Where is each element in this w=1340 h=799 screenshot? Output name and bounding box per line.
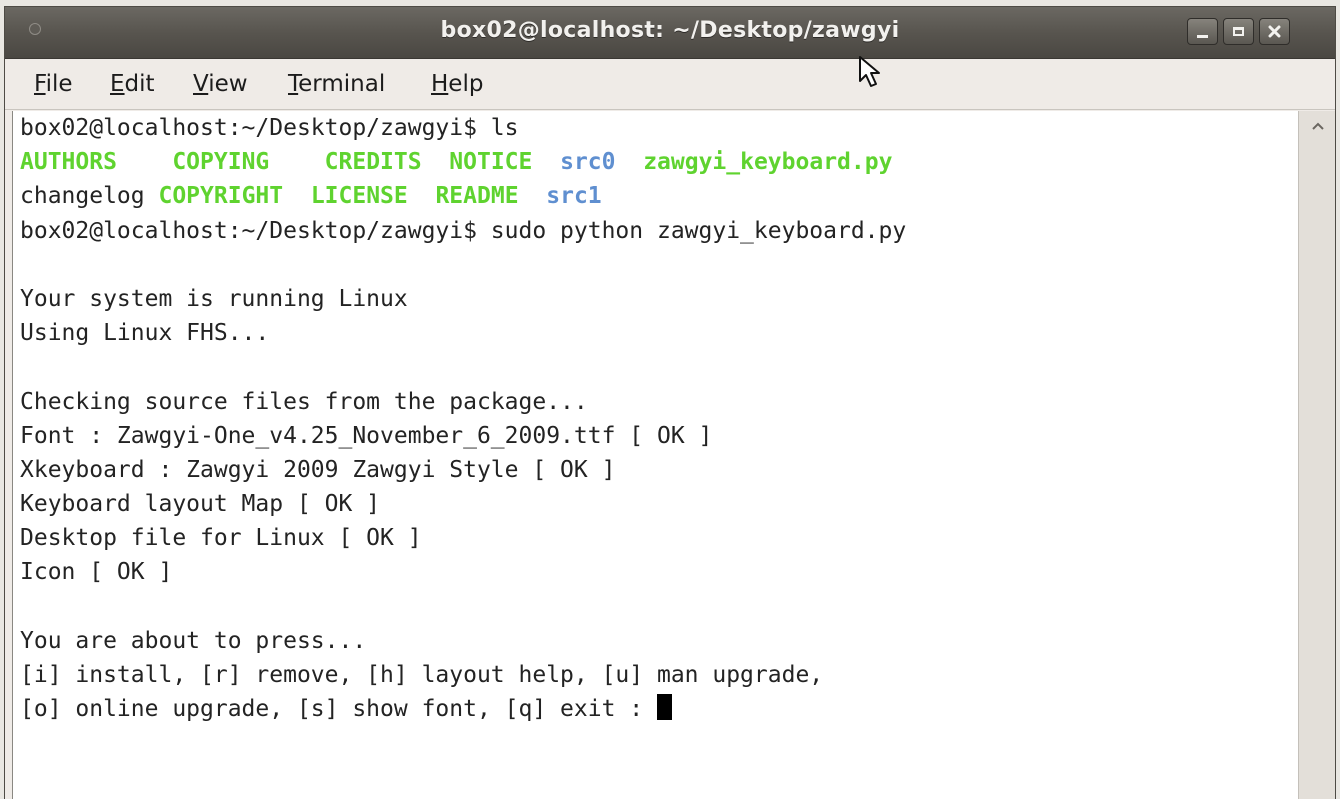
- terminal-text: Icon [ OK ]: [20, 559, 173, 586]
- ls-directory-entry: src1: [546, 183, 602, 210]
- terminal-line: Xkeyboard : Zawgyi 2009 Zawgyi Style [ O…: [20, 453, 906, 487]
- terminal-line: box02@localhost:~/Desktop/zawgyi$ sudo p…: [20, 214, 906, 248]
- terminal-output[interactable]: box02@localhost:~/Desktop/zawgyi$ ls AUTH…: [12, 111, 1299, 799]
- terminal-line: Checking source files from the package..…: [20, 385, 906, 419]
- ls-file-entry: README: [435, 183, 519, 210]
- terminal-line: Your system is running Linux: [20, 282, 906, 316]
- menu-help-label: elp: [448, 71, 484, 97]
- terminal-window: box02@localhost: ~/Desktop/zawgyi File E…: [4, 6, 1336, 799]
- terminal-text: Desktop file for Linux [ OK ]: [20, 525, 422, 552]
- menu-bar: File Edit View Terminal Help: [5, 59, 1335, 110]
- ls-file-entry: COPYING: [172, 149, 270, 176]
- window-title: box02@localhost: ~/Desktop/zawgyi: [440, 18, 900, 43]
- terminal-line: Icon [ OK ]: [20, 555, 906, 589]
- terminal-text: changelog: [20, 183, 145, 210]
- minimize-button[interactable]: [1187, 18, 1218, 45]
- terminal-cursor: [656, 694, 672, 721]
- scroll-up-button[interactable]: [1311, 121, 1325, 131]
- terminal-text: Keyboard layout Map [ OK ]: [20, 491, 381, 518]
- terminal-text: Your system is running Linux: [20, 285, 408, 312]
- menu-file-label: ile: [45, 71, 73, 97]
- menu-terminal-mnemonic: T: [288, 71, 299, 97]
- ls-directory-entry: src0: [560, 149, 616, 176]
- menu-view[interactable]: View: [193, 71, 248, 97]
- terminal-line: changelog COPYRIGHT LICENSE README src1: [20, 179, 906, 213]
- terminal-line: Keyboard layout Map [ OK ]: [20, 487, 906, 521]
- menu-help[interactable]: Help: [431, 71, 483, 97]
- maximize-icon: [1233, 27, 1244, 36]
- ls-file-entry: COPYRIGHT: [158, 183, 284, 210]
- ls-file-entry: LICENSE: [310, 183, 408, 210]
- menu-edit[interactable]: Edit: [110, 71, 155, 97]
- menu-edit-label: dit: [124, 71, 155, 97]
- terminal-text: [o] online upgrade, [s] show font, [q] e…: [20, 696, 657, 723]
- terminal-text: Xkeyboard : Zawgyi 2009 Zawgyi Style [ O…: [20, 456, 616, 483]
- terminal-text: Checking source files from the package..…: [20, 388, 588, 415]
- menu-view-label: iew: [208, 71, 248, 97]
- ls-file-entry: CREDITS: [324, 149, 422, 176]
- maximize-button[interactable]: [1223, 18, 1254, 45]
- close-button[interactable]: [1259, 18, 1290, 45]
- terminal-text: You are about to press...: [20, 627, 367, 654]
- ls-file-entry: NOTICE: [449, 149, 533, 176]
- menu-view-mnemonic: V: [193, 71, 209, 97]
- terminal-lines: box02@localhost:~/Desktop/zawgyi$ ls AUTH…: [20, 111, 906, 726]
- chevron-up-icon: [1312, 122, 1324, 130]
- menu-terminal[interactable]: Terminal: [288, 71, 385, 97]
- ls-file-entry: AUTHORS: [20, 149, 117, 176]
- terminal-text: Using Linux FHS...: [20, 320, 270, 347]
- terminal-text: box02@localhost:~/Desktop/zawgyi$ ls: [20, 115, 519, 141]
- terminal-text: [i] install, [r] remove, [h] layout help…: [20, 662, 824, 688]
- menu-edit-mnemonic: E: [110, 71, 125, 97]
- menu-file-mnemonic: F: [34, 71, 46, 97]
- terminal-line: [o] online upgrade, [s] show font, [q] e…: [20, 692, 906, 726]
- terminal-line: [i] install, [r] remove, [h] layout help…: [20, 658, 906, 692]
- title-bar[interactable]: box02@localhost: ~/Desktop/zawgyi: [5, 7, 1335, 59]
- terminal-text: Font : Zawgyi-One_v4.25_November_6_2009.…: [20, 422, 713, 449]
- mouse-pointer-icon: [859, 56, 880, 87]
- vertical-scrollbar[interactable]: [1298, 111, 1335, 799]
- terminal-line: You are about to press...: [20, 624, 906, 658]
- minimize-icon: [1197, 34, 1208, 38]
- terminal-line: Desktop file for Linux [ OK ]: [20, 521, 906, 555]
- menu-terminal-label: erminal: [298, 71, 386, 97]
- terminal-line: Font : Zawgyi-One_v4.25_November_6_2009.…: [20, 419, 906, 453]
- terminal-line: box02@localhost:~/Desktop/zawgyi$ ls: [20, 111, 906, 145]
- terminal-line: Using Linux FHS...: [20, 316, 906, 350]
- menu-help-mnemonic: H: [431, 71, 449, 97]
- ls-file-entry: zawgyi_keyboard.py: [643, 149, 893, 176]
- menu-file[interactable]: File: [34, 71, 73, 97]
- terminal-line: AUTHORS COPYING CREDITS NOTICE src0 zawg…: [20, 145, 906, 179]
- terminal-text: box02@localhost:~/Desktop/zawgyi$ sudo p…: [20, 217, 907, 244]
- close-icon: [1268, 25, 1281, 38]
